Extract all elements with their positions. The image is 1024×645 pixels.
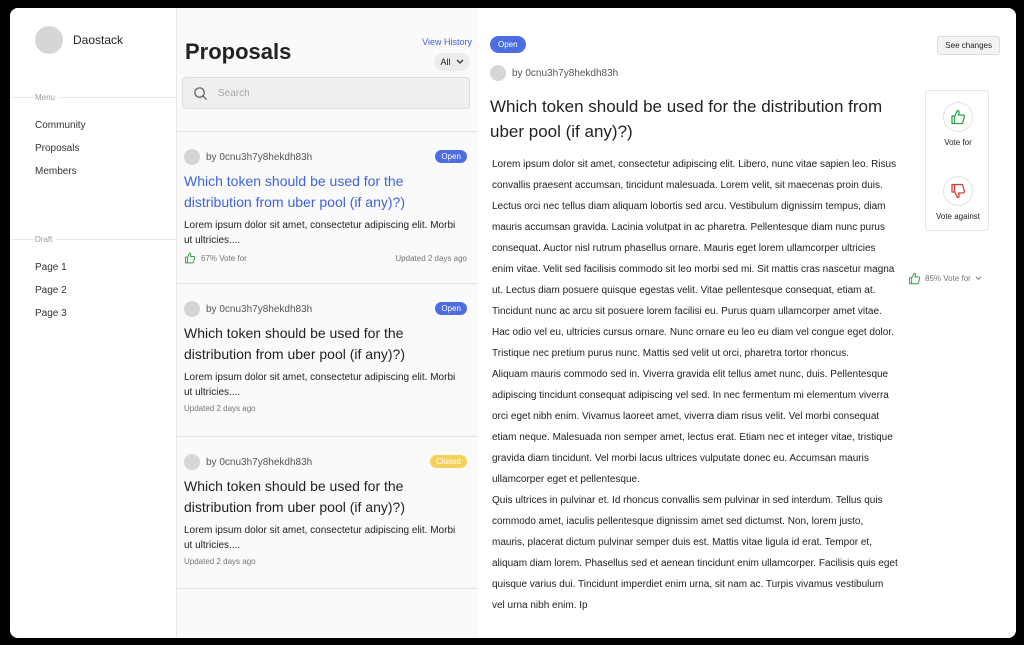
card-author: by 0cnu3h7y8hekdh83h bbox=[184, 301, 312, 317]
menu-section-label: Menu bbox=[35, 93, 60, 102]
proposal-detail: Open See changes by 0cnu3h7y8hekdh83h Wh… bbox=[478, 8, 1016, 638]
avatar bbox=[184, 301, 200, 317]
vote-against-circle bbox=[943, 176, 973, 206]
card-meta: Updated 2 days ago bbox=[184, 404, 467, 413]
author-address: by 0cnu3h7y8hekdh83h bbox=[206, 303, 313, 315]
search-icon bbox=[194, 86, 208, 100]
sidebar-item-page-3[interactable]: Page 3 bbox=[35, 308, 67, 319]
status-badge: Closed bbox=[430, 455, 467, 468]
page-title: Proposals bbox=[185, 39, 292, 64]
avatar bbox=[184, 149, 200, 165]
proposal-excerpt: Lorem ipsum dolor sit amet, consectetur … bbox=[184, 372, 456, 398]
chevron-down-icon bbox=[456, 59, 463, 64]
search-bar[interactable] bbox=[182, 77, 470, 109]
search-input[interactable] bbox=[216, 86, 460, 100]
proposal-list-panel: Proposals View History All by 0cnu3h7y8h… bbox=[176, 8, 479, 638]
proposal-title[interactable]: Which token should be used for the distr… bbox=[184, 476, 454, 518]
sidebar-item-page-2[interactable]: Page 2 bbox=[35, 285, 67, 296]
vote-for-button[interactable]: Vote for bbox=[926, 102, 990, 147]
sidebar-item-community[interactable]: Community bbox=[35, 120, 86, 131]
vote-percent: 85% Vote for bbox=[925, 274, 971, 283]
brand[interactable]: Daostack bbox=[35, 26, 123, 54]
filter-value: All bbox=[440, 57, 451, 67]
proposal-title[interactable]: Which token should be used for the distr… bbox=[184, 323, 454, 365]
card-meta: Updated 2 days ago bbox=[184, 557, 467, 566]
filter-dropdown[interactable]: All bbox=[434, 53, 470, 71]
vote-against-label: Vote against bbox=[935, 212, 981, 221]
vote-panel: Vote for Vote against bbox=[925, 90, 989, 231]
app-window: Daostack Menu Community Proposals Member… bbox=[10, 8, 1016, 638]
updated-time: Updated 2 days ago bbox=[184, 557, 256, 566]
vote-against-button[interactable]: Vote against bbox=[926, 176, 990, 221]
chevron-down-icon bbox=[975, 276, 982, 281]
body-paragraph: Lorem ipsum dolor sit amet, consectetur … bbox=[492, 159, 897, 359]
vote-summary: 67% Vote for bbox=[184, 252, 247, 264]
sidebar-item-page-1[interactable]: Page 1 bbox=[35, 262, 67, 273]
thumbs-up-icon bbox=[185, 252, 196, 264]
avatar bbox=[184, 454, 200, 470]
thumbs-up-icon bbox=[951, 109, 966, 125]
body-paragraph: Aliquam mauris commodo sed in. Viverra g… bbox=[492, 369, 893, 485]
card-author: by 0cnu3h7y8hekdh83h bbox=[184, 454, 312, 470]
proposal-card[interactable]: by 0cnu3h7y8hekdh83h Open Which token sh… bbox=[177, 283, 478, 435]
proposal-body: Lorem ipsum dolor sit amet, consectetur … bbox=[492, 154, 898, 616]
sidebar: Daostack Menu Community Proposals Member… bbox=[10, 8, 176, 638]
card-author: by 0cnu3h7y8hekdh83h bbox=[184, 149, 312, 165]
proposal-excerpt: Lorem ipsum dolor sit amet, consectetur … bbox=[184, 220, 456, 246]
author-address: by 0cnu3h7y8hekdh83h bbox=[512, 67, 619, 79]
status-badge: Open bbox=[435, 150, 467, 163]
status-badge: Open bbox=[490, 36, 526, 53]
proposal-card[interactable]: by 0cnu3h7y8hekdh83h Closed Which token … bbox=[177, 436, 478, 588]
author-address: by 0cnu3h7y8hekdh83h bbox=[206, 151, 313, 163]
vote-for-circle bbox=[943, 102, 973, 132]
proposal-card[interactable]: by 0cnu3h7y8hekdh83h Open Which token sh… bbox=[177, 131, 478, 283]
author-address: by 0cnu3h7y8hekdh83h bbox=[206, 456, 313, 468]
status-badge: Open bbox=[435, 302, 467, 315]
proposal-excerpt: Lorem ipsum dolor sit amet, consectetur … bbox=[184, 525, 456, 551]
brand-name: Daostack bbox=[73, 33, 124, 47]
detail-author: by 0cnu3h7y8hekdh83h bbox=[490, 65, 618, 81]
draft-section-label: Draft bbox=[35, 235, 57, 244]
vote-percent: 67% Vote for bbox=[201, 253, 247, 263]
sidebar-item-proposals[interactable]: Proposals bbox=[35, 143, 79, 154]
vote-for-label: Vote for bbox=[944, 138, 972, 147]
card-meta: 67% Vote for Updated 2 days ago bbox=[184, 252, 467, 264]
updated-time: Updated 2 days ago bbox=[395, 253, 467, 263]
divider bbox=[177, 588, 478, 589]
avatar bbox=[490, 65, 506, 81]
proposal-title[interactable]: Which token should be used for the distr… bbox=[184, 171, 454, 213]
view-history-link[interactable]: View History bbox=[422, 37, 472, 47]
body-paragraph: Quis ultrices in pulvinar et. Id rhoncus… bbox=[492, 495, 898, 611]
proposal-title: Which token should be used for the distr… bbox=[490, 97, 883, 141]
sidebar-item-members[interactable]: Members bbox=[35, 166, 77, 177]
thumbs-down-icon bbox=[951, 183, 966, 199]
vote-percent-dropdown[interactable]: 85% Vote for bbox=[908, 272, 982, 285]
see-changes-button[interactable]: See changes bbox=[937, 36, 1000, 55]
thumbs-up-icon bbox=[909, 272, 921, 285]
updated-time: Updated 2 days ago bbox=[184, 404, 256, 413]
brand-avatar bbox=[35, 26, 63, 54]
